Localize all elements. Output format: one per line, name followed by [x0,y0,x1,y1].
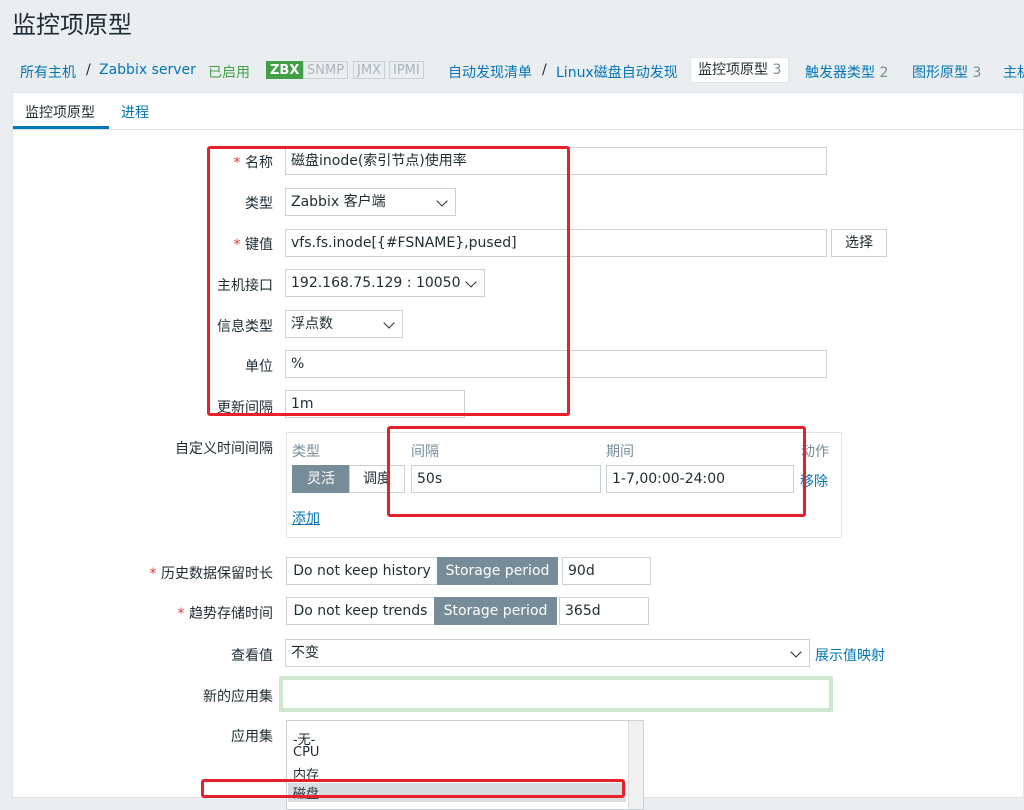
show-value-mapping-link[interactable]: 展示值映射 [815,645,885,665]
new-application-label: 新的应用集 [203,689,273,705]
crumb-separator: / [542,62,547,78]
history-no-keep-toggle[interactable]: Do not keep history [286,557,438,585]
crumb-discovery-rule[interactable]: Linux磁盘自动发现 [556,62,678,82]
trends-input[interactable]: 365d [559,597,649,625]
flexible-toggle[interactable]: 灵活 [292,465,350,493]
availability-snmp-badge: SNMP [303,61,349,79]
tab-item-prototypes-label: 监控项原型 [698,62,768,78]
new-application-input[interactable] [279,676,833,712]
host-status-enabled[interactable]: 已启用 [208,62,250,82]
highlight-box-custom-interval [387,426,806,517]
show-value-select[interactable]: 不变 [285,639,810,667]
tab-graph-prototypes-label: 图形原型 [912,65,968,81]
application-option[interactable]: CPU [293,745,319,760]
required-mark: * [149,566,157,582]
tab-process[interactable]: 进程 [121,102,149,122]
crumb-all-hosts[interactable]: 所有主机 [20,62,76,82]
tab-item[interactable]: 监控项原型 [25,102,95,122]
tab-graph-prototypes[interactable]: 图形原型 3 [912,62,981,82]
trends-no-keep-toggle[interactable]: Do not keep trends [286,597,435,625]
show-value-label: 查看值 [231,648,273,664]
tabs-divider [13,129,1024,130]
breadcrumb: 所有主机 / Zabbix server 已启用 ZBX SNMP JMX IP… [0,53,1024,87]
tab-host-prototypes[interactable]: 主机 [1003,62,1024,82]
history-label: * 历史数据保留时长 [150,563,273,583]
history-storage-toggle[interactable]: Storage period [437,557,558,585]
trends-label: * 趋势存储时间 [178,603,273,623]
custom-intervals-label: 自定义时间间隔 [175,441,273,457]
crumb-host[interactable]: Zabbix server [99,62,196,78]
page-title: 监控项原型 [12,11,132,39]
tab-trigger-prototypes[interactable]: 触发器类型 2 [805,62,888,82]
highlight-box-main-fields [207,146,570,416]
crumb-separator: / [86,62,91,78]
custom-interval-add-link[interactable]: 添加 [292,508,320,528]
listbox-scrollbar[interactable] [628,721,643,809]
history-label-text: 历史数据保留时长 [161,566,273,582]
crumb-discovery-list[interactable]: 自动发现清单 [448,62,532,82]
trends-storage-toggle[interactable]: Storage period [434,597,557,625]
trends-label-text: 趋势存储时间 [189,606,273,622]
history-input[interactable]: 90d [562,557,651,585]
highlight-box-application [201,779,625,798]
key-select-button[interactable]: 选择 [831,229,887,257]
tab-item-prototypes-count: 3 [772,62,782,78]
tab-trigger-prototypes-count: 2 [879,65,889,81]
required-mark: * [177,606,185,622]
tab-graph-prototypes-count: 3 [972,65,982,81]
tab-trigger-prototypes-label: 触发器类型 [805,65,875,81]
custom-intervals-type-header: 类型 [292,444,320,460]
availability-zbx-badge: ZBX [266,61,304,79]
tab-item-prototypes[interactable]: 监控项原型 3 [690,57,790,83]
availability-jmx-badge: JMX [353,61,385,79]
applications-label: 应用集 [231,729,273,745]
availability-ipmi-badge: IPMI [389,61,424,79]
